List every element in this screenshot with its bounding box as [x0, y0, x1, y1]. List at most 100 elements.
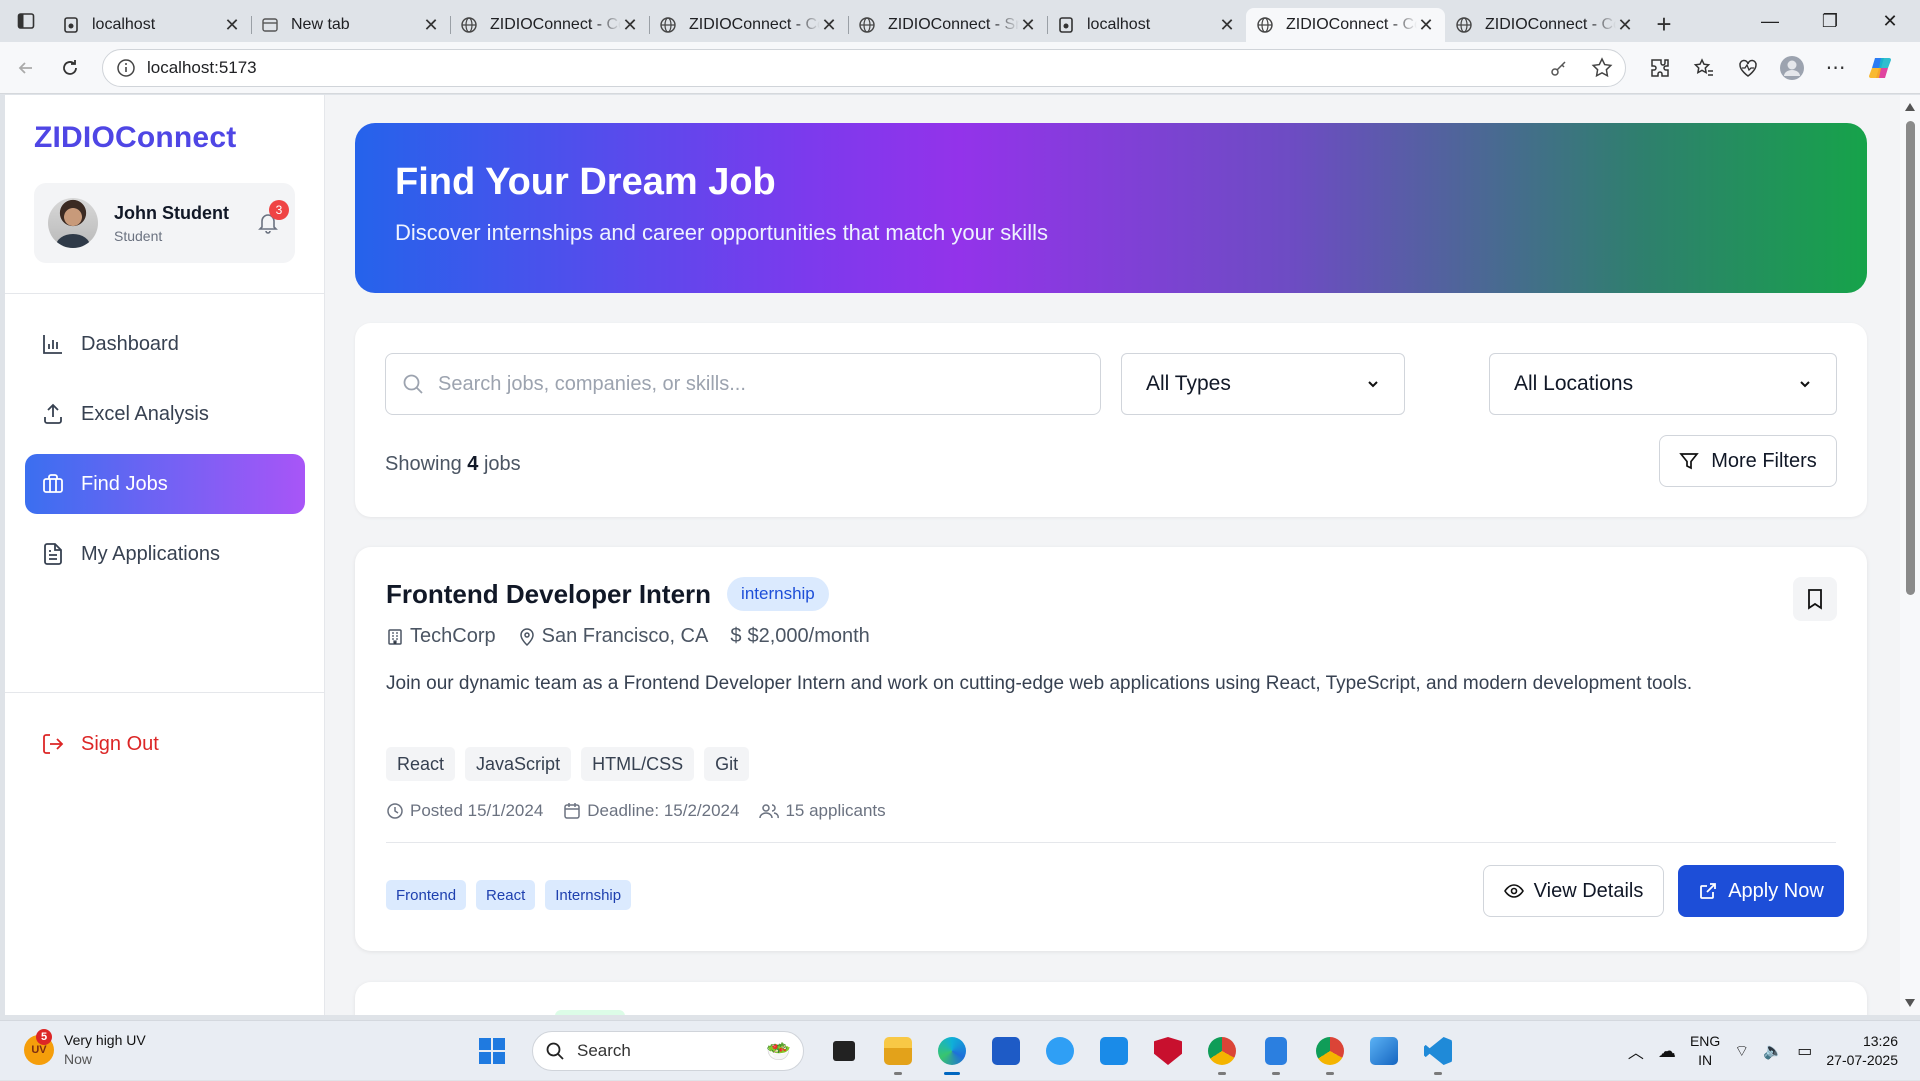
language-indicator[interactable]: ENG IN	[1690, 1032, 1720, 1070]
scroll-down-arrow-icon[interactable]	[1905, 999, 1915, 1007]
sidebar-item-my-applications[interactable]: My Applications	[25, 524, 305, 584]
taskbar-app-photos[interactable]	[1362, 1029, 1406, 1073]
chevron-down-icon	[1800, 381, 1810, 388]
results-count-suffix: jobs	[483, 453, 521, 475]
address-bar[interactable]: localhost:5173	[102, 48, 1626, 87]
document-icon	[44, 543, 62, 565]
job-title[interactable]: Frontend Developer Intern	[386, 579, 711, 610]
taskbar-app-chrome[interactable]	[1200, 1029, 1244, 1075]
location-select[interactable]: All Locations	[1489, 353, 1837, 415]
browser-tab[interactable]: ZIDIOConnect - Cc ✕	[450, 8, 649, 42]
search-highlight-icon: 🥗	[766, 1040, 791, 1063]
taskbar-app-chrome-profile[interactable]	[1308, 1029, 1352, 1075]
job-search-input[interactable]: Search jobs, companies, or skills...	[385, 353, 1101, 415]
task-view-button[interactable]	[822, 1029, 866, 1073]
weather-subtitle: Now	[64, 1051, 93, 1067]
scrollbar-thumb[interactable]	[1906, 121, 1915, 595]
view-details-button[interactable]: View Details	[1483, 865, 1664, 917]
sign-out-label: Sign Out	[81, 732, 159, 755]
taskbar-search[interactable]: Search 🥗	[532, 1031, 804, 1071]
new-tab-button[interactable]: +	[1644, 7, 1684, 41]
bookmark-button[interactable]	[1793, 577, 1837, 621]
browser-tab[interactable]: ZIDIOConnect - Sr ✕	[848, 8, 1047, 42]
brand-logo[interactable]: ZIDIOConnect	[34, 121, 236, 155]
close-window-icon[interactable]: ✕	[1860, 0, 1920, 42]
profile-button[interactable]	[1774, 50, 1810, 86]
star-icon[interactable]	[1591, 56, 1613, 79]
page-icon	[64, 17, 78, 33]
back-button[interactable]	[4, 46, 48, 90]
close-tab-icon[interactable]: ✕	[1417, 15, 1435, 36]
windows-taskbar: UV 5 Very high UV Now Search 🥗 ︿ ☁ ENG I…	[0, 1020, 1920, 1080]
building-icon	[388, 628, 402, 645]
task-view-icon	[833, 1041, 855, 1061]
more-menu-button[interactable]: ⋯	[1818, 50, 1854, 86]
apply-now-button[interactable]: Apply Now	[1678, 865, 1844, 917]
chevron-up-icon[interactable]: ︿	[1628, 1039, 1644, 1063]
copilot-button[interactable]	[1862, 50, 1898, 86]
scroll-up-arrow-icon[interactable]	[1905, 103, 1915, 111]
favorites-button[interactable]	[1686, 50, 1722, 86]
browser-tab[interactable]: New tab ✕	[251, 8, 450, 42]
tab-actions-button[interactable]	[0, 0, 52, 42]
maximize-icon[interactable]: ❐	[1800, 0, 1860, 42]
taskbar-app-mcafee[interactable]	[1146, 1029, 1190, 1073]
close-tab-icon[interactable]: ✕	[1218, 15, 1236, 36]
user-role: Student	[114, 227, 163, 244]
start-button[interactable]	[470, 1029, 514, 1073]
job-type-badge: internship	[727, 577, 829, 611]
clock[interactable]: 13:26 27-07-2025	[1826, 1032, 1898, 1070]
posted-date-text: Posted 15/1/2024	[410, 801, 544, 820]
close-tab-icon[interactable]: ✕	[223, 15, 241, 36]
folder-icon	[884, 1037, 912, 1065]
store-icon	[992, 1037, 1020, 1065]
volume-icon[interactable]: 🔈	[1763, 1041, 1783, 1061]
sidebar-item-find-jobs[interactable]: Find Jobs	[25, 454, 305, 514]
minimize-icon[interactable]: —	[1740, 0, 1800, 42]
battery-icon[interactable]: ▭	[1797, 1041, 1812, 1061]
calendar-icon	[564, 803, 581, 819]
arrow-left-icon	[18, 61, 32, 74]
more-filters-button[interactable]: More Filters	[1659, 435, 1837, 487]
close-tab-icon[interactable]: ✕	[1019, 15, 1037, 36]
taskbar-app-notepad[interactable]	[1254, 1029, 1298, 1075]
sign-out-button[interactable]: Sign Out	[25, 714, 305, 774]
browser-tab-active[interactable]: ZIDIOConnect - Cc ✕	[1246, 8, 1445, 42]
results-count-number: 4	[467, 453, 479, 475]
location-value: All Locations	[1514, 372, 1634, 395]
browser-tab[interactable]: ZIDIOConnect - Cc ✕	[649, 8, 848, 42]
skill-chip: Git	[704, 747, 750, 781]
key-icon[interactable]	[1549, 58, 1569, 78]
sidebar-item-label: Find Jobs	[81, 472, 168, 495]
divider	[386, 842, 1836, 843]
reload-button[interactable]	[48, 46, 92, 90]
browser-tab[interactable]: ZIDIOConnect - Cc ✕	[1445, 8, 1644, 42]
browser-tab[interactable]: localhost ✕	[1047, 8, 1246, 42]
cloud-off-icon[interactable]: ☁	[1658, 1041, 1676, 1062]
browser-tab[interactable]: localhost ✕	[52, 8, 251, 42]
taskbar-app-edge[interactable]	[930, 1029, 974, 1075]
deadline-date-text: Deadline: 15/2/2024	[587, 801, 740, 820]
info-icon[interactable]	[115, 57, 137, 79]
weather-widget[interactable]: UV 5 Very high UV Now	[24, 1029, 146, 1069]
close-tab-icon[interactable]: ✕	[820, 15, 838, 36]
notifications-button[interactable]: 3	[255, 200, 289, 236]
close-tab-icon[interactable]: ✕	[1616, 15, 1634, 36]
extensions-button[interactable]	[1642, 50, 1678, 86]
taskbar-app-file-explorer[interactable]	[876, 1029, 920, 1075]
sidebar-item-excel-analysis[interactable]: Excel Analysis	[25, 384, 305, 444]
page-scrollbar[interactable]	[1900, 95, 1920, 1015]
close-tab-icon[interactable]: ✕	[422, 15, 440, 36]
page-subtitle: Discover internships and career opportun…	[395, 220, 1048, 245]
browser-essentials-button[interactable]	[1730, 50, 1766, 86]
taskbar-app-myhp[interactable]	[1092, 1029, 1136, 1073]
taskbar-app-vscode[interactable]	[1416, 1029, 1460, 1075]
taskbar-app-store[interactable]	[984, 1029, 1028, 1073]
wifi-icon[interactable]: ⌔	[1734, 1041, 1749, 1061]
job-type-select[interactable]: All Types	[1121, 353, 1405, 415]
sidebar-item-dashboard[interactable]: Dashboard	[25, 314, 305, 374]
close-tab-icon[interactable]: ✕	[621, 15, 639, 36]
tab-title: ZIDIOConnect - Cc	[1286, 16, 1417, 33]
newtab-icon	[262, 18, 278, 32]
taskbar-app-teams[interactable]	[1038, 1029, 1082, 1073]
